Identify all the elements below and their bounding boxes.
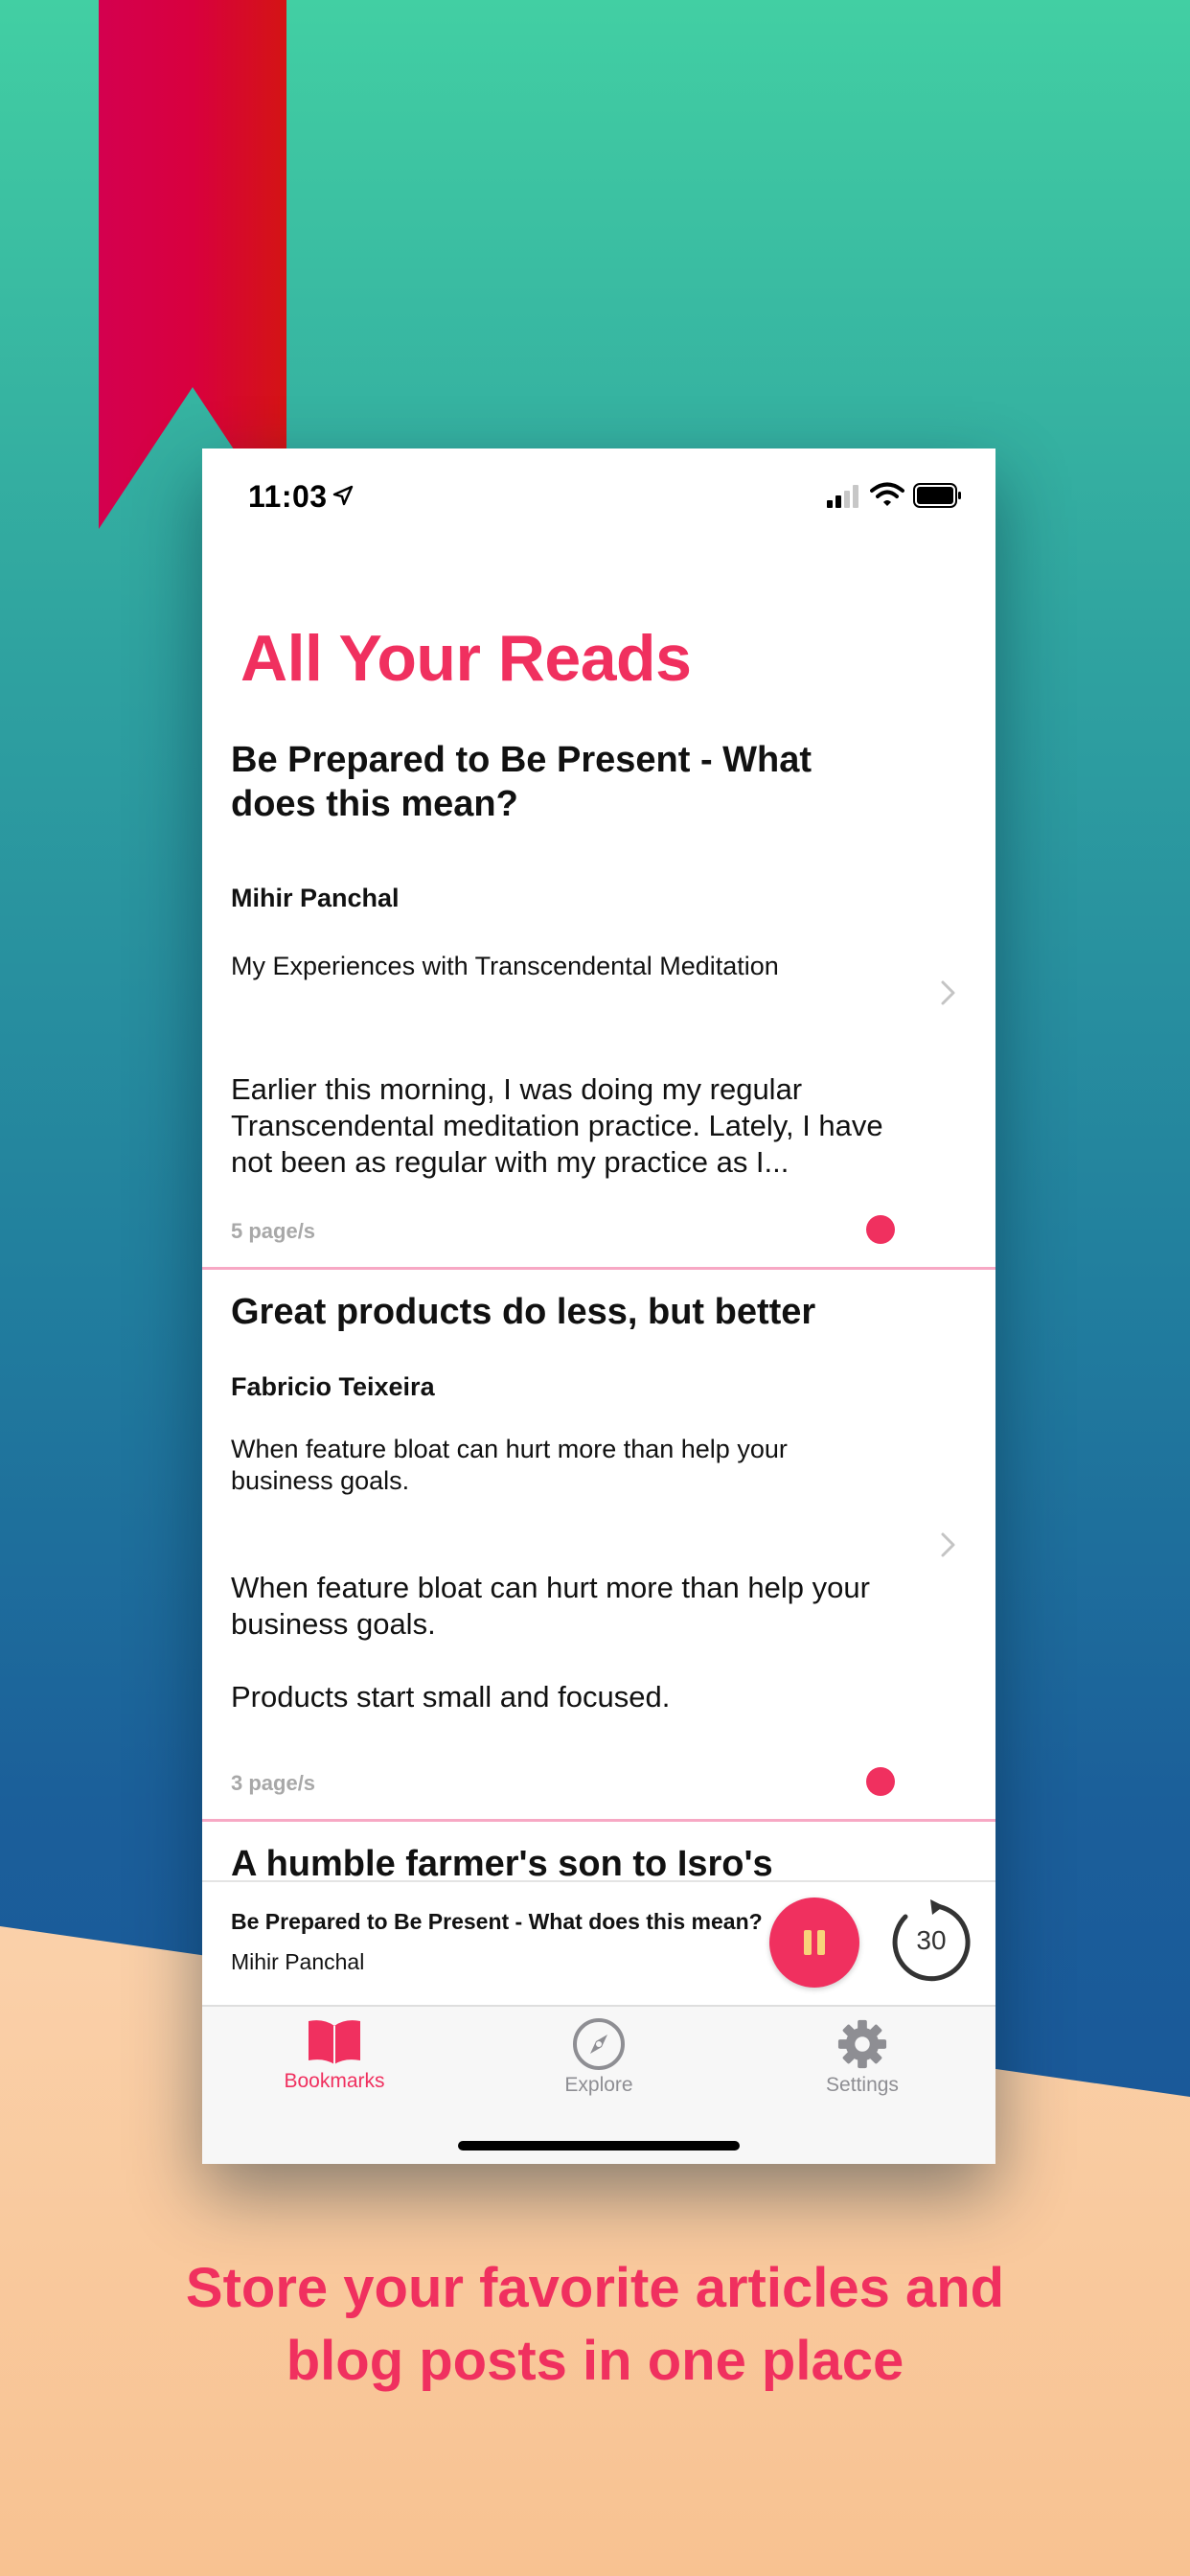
cellular-signal-icon — [827, 485, 858, 508]
unread-indicator — [866, 1215, 895, 1244]
unread-indicator — [866, 1767, 895, 1796]
tab-explore[interactable]: Explore — [503, 2018, 695, 2124]
status-time: 11:03 — [248, 479, 328, 514]
article-excerpt: Products start small and focused. — [231, 1680, 671, 1714]
tab-bar: Bookmarks Explore Settings — [202, 2005, 995, 2164]
article-subtitle: When feature bloat can hurt more than he… — [231, 1435, 788, 1495]
article-author: Mihir Panchal — [231, 884, 400, 912]
chevron-right-icon — [941, 980, 955, 1005]
battery-icon — [913, 483, 961, 508]
pause-button[interactable] — [769, 1898, 859, 1988]
tab-label: Bookmarks — [284, 2070, 385, 2092]
article-card[interactable]: Be Prepared to Be Present - What does th… — [202, 738, 995, 1270]
article-title: Great products do less, but better — [231, 1292, 816, 1332]
promo-caption: Store your favorite articles and blog po… — [0, 2252, 1190, 2398]
location-arrow-icon — [332, 485, 354, 506]
article-excerpt: When feature bloat can hurt more than he… — [231, 1571, 870, 1641]
tab-label: Explore — [564, 2074, 633, 2096]
now-playing-bar[interactable]: Be Prepared to Be Present - What does th… — [202, 1880, 995, 2007]
status-bar: 11:03 — [202, 448, 995, 544]
skip-seconds-label: 30 — [916, 1925, 947, 1955]
article-author: Fabricio Teixeira — [231, 1372, 435, 1401]
gear-icon — [837, 2019, 887, 2069]
article-page-count: 5 page/s — [231, 1219, 316, 1243]
book-icon — [309, 2020, 360, 2064]
phone-screen: 11:03 All Your Reads Be Prepared to Be P… — [202, 448, 995, 2164]
article-card[interactable]: Great products do less, but better Fabri… — [202, 1290, 995, 1822]
player-title: Be Prepared to Be Present - What does th… — [231, 1909, 763, 1934]
chevron-right-icon — [941, 1532, 955, 1557]
article-title: Be Prepared to Be Present - What does th… — [231, 740, 812, 824]
page-title: All Your Reads — [240, 622, 692, 695]
pause-icon — [804, 1930, 812, 1955]
home-indicator[interactable] — [458, 2141, 740, 2150]
article-subtitle: My Experiences with Transcendental Medit… — [231, 952, 779, 980]
tab-bookmarks[interactable]: Bookmarks — [239, 2018, 430, 2124]
pause-icon — [817, 1930, 825, 1955]
skip-forward-button[interactable]: 30 — [888, 1899, 974, 1986]
caption-line: blog posts in one place — [286, 2330, 904, 2392]
player-author: Mihir Panchal — [231, 1949, 365, 1974]
tab-label: Settings — [826, 2074, 899, 2096]
article-page-count: 3 page/s — [231, 1771, 316, 1795]
tab-settings[interactable]: Settings — [767, 2018, 958, 2124]
compass-icon — [573, 2018, 625, 2070]
wifi-icon — [870, 482, 904, 506]
article-excerpt: Earlier this morning, I was doing my reg… — [231, 1072, 883, 1179]
caption-line: Store your favorite articles and — [185, 2257, 1005, 2319]
